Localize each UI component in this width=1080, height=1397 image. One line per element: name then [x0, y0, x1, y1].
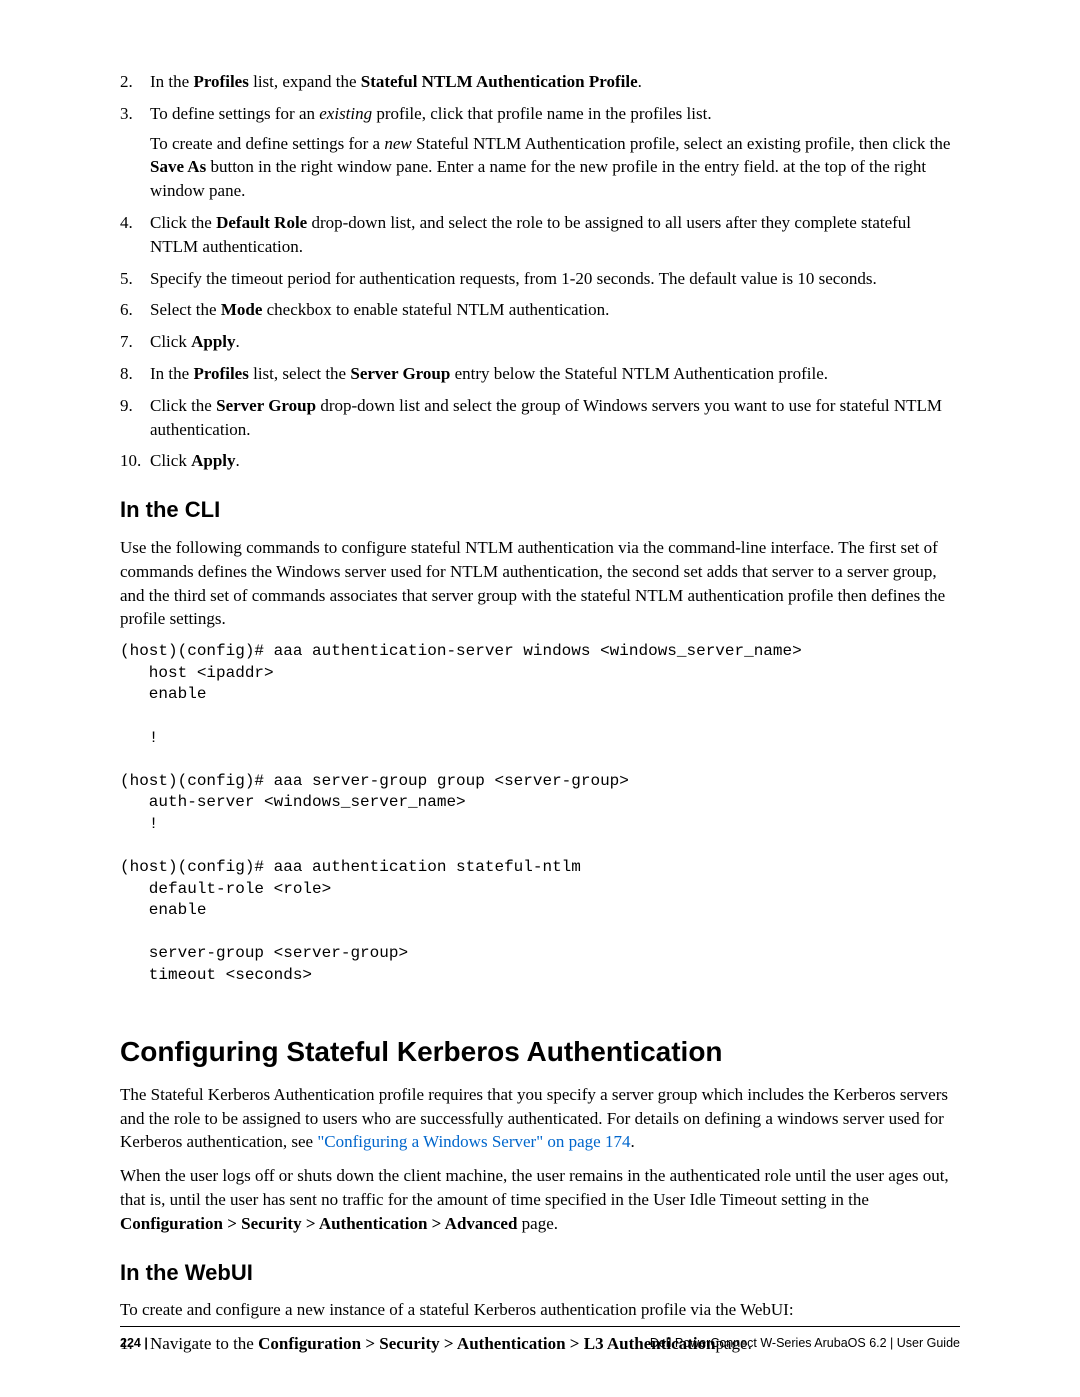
step-number: 8. [120, 362, 133, 386]
step-text: Click Apply. [150, 330, 960, 354]
numbered-steps-a: 2. In the Profiles list, expand the Stat… [120, 70, 960, 473]
step-3: 3. To define settings for an existing pr… [120, 102, 960, 203]
step-text: Select the Mode checkbox to enable state… [150, 298, 960, 322]
webui-paragraph: To create and configure a new instance o… [120, 1298, 960, 1322]
cli-code-block: (host)(config)# aaa authentication-serve… [120, 641, 960, 987]
page-footer: 224 | Dell PowerConnect W-Series ArubaOS… [120, 1326, 960, 1353]
step-6: 6. Select the Mode checkbox to enable st… [120, 298, 960, 322]
step-text: Specify the timeout period for authentic… [150, 267, 960, 291]
step-text: To define settings for an existing profi… [150, 102, 960, 126]
step-text: Click Apply. [150, 449, 960, 473]
step-2: 2. In the Profiles list, expand the Stat… [120, 70, 960, 94]
step-subtext: To create and define settings for a new … [150, 132, 960, 203]
step-text: Click the Server Group drop-down list an… [150, 394, 960, 442]
step-9: 9. Click the Server Group drop-down list… [120, 394, 960, 442]
step-number: 2. [120, 70, 133, 94]
step-number: 4. [120, 211, 133, 235]
step-number: 3. [120, 102, 133, 126]
step-10: 10. Click Apply. [120, 449, 960, 473]
kerberos-heading: Configuring Stateful Kerberos Authentica… [120, 1032, 960, 1071]
step-number: 10. [120, 449, 141, 473]
cli-paragraph: Use the following commands to configure … [120, 536, 960, 631]
step-text: Click the Default Role drop-down list, a… [150, 211, 960, 259]
step-7: 7. Click Apply. [120, 330, 960, 354]
step-number: 6. [120, 298, 133, 322]
footer-title: Dell PowerConnect W-Series ArubaOS 6.2 |… [650, 1335, 960, 1353]
step-4: 4. Click the Default Role drop-down list… [120, 211, 960, 259]
step-8: 8. In the Profiles list, select the Serv… [120, 362, 960, 386]
page-number: 224 | [120, 1335, 148, 1353]
step-text: In the Profiles list, expand the Statefu… [150, 70, 960, 94]
step-number: 9. [120, 394, 133, 418]
step-text: In the Profiles list, select the Server … [150, 362, 960, 386]
windows-server-link[interactable]: "Configuring a Windows Server" on page 1… [317, 1132, 630, 1151]
kerberos-paragraph-1: The Stateful Kerberos Authentication pro… [120, 1083, 960, 1154]
webui-heading: In the WebUI [120, 1258, 960, 1289]
kerberos-paragraph-2: When the user logs off or shuts down the… [120, 1164, 960, 1235]
step-5: 5. Specify the timeout period for authen… [120, 267, 960, 291]
step-number: 5. [120, 267, 133, 291]
step-number: 7. [120, 330, 133, 354]
cli-heading: In the CLI [120, 495, 960, 526]
